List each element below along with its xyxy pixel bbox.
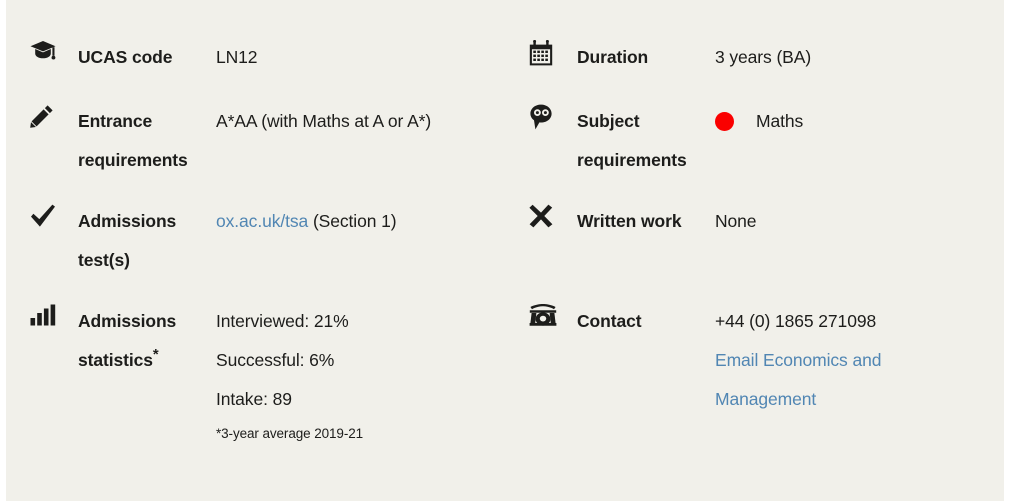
row-value: LN12 [216, 47, 258, 67]
email-link-line1[interactable]: Email Economics and [715, 341, 881, 380]
row-label: UCAS code [78, 47, 173, 67]
stat-successful: Successful: 6% [216, 350, 335, 370]
tsa-section-suffix: (Section 1) [308, 211, 397, 231]
row-label-line2: requirements [577, 150, 687, 170]
footnote-marker: * [152, 347, 159, 364]
row-value: +44 (0) 1865 271098 Email Economics and … [715, 302, 881, 419]
row-ucas-code: UCAS code LN12 [6, 38, 505, 77]
checkmark-icon [6, 202, 78, 228]
left-column: UCAS code LN12 Entrance requirements A*A… [6, 0, 505, 501]
row-label: Subject requirements [577, 102, 715, 180]
telephone-icon [505, 302, 577, 326]
row-admissions-statistics: Admissions statistics* Interviewed: 21% … [6, 302, 505, 449]
row-label-line1: Admissions [78, 211, 177, 231]
contact-phone: +44 (0) 1865 271098 [715, 311, 877, 331]
pencil-icon [6, 102, 78, 128]
email-link-line2[interactable]: Management [715, 380, 881, 419]
row-label: Duration [577, 47, 649, 67]
course-info-panel: UCAS code LN12 Entrance requirements A*A… [6, 0, 1004, 501]
calendar-icon [505, 38, 577, 66]
red-bullet-icon [715, 111, 734, 131]
row-label: Contact [577, 311, 642, 331]
row-label-line1: Subject [577, 111, 640, 131]
course-info-grid: UCAS code LN12 Entrance requirements A*A… [6, 0, 1004, 501]
tsa-link[interactable]: ox.ac.uk/tsa [216, 211, 308, 231]
row-subject-requirements: Subject requirements Maths [505, 102, 1004, 180]
row-entrance-requirements: Entrance requirements A*AA (with Maths a… [6, 102, 505, 180]
row-label: Admissions statistics* [78, 302, 216, 380]
row-value: ox.ac.uk/tsa (Section 1) [216, 202, 397, 241]
row-value: 3 years (BA) [715, 47, 812, 67]
head-brain-icon [505, 102, 577, 130]
row-admissions-tests: Admissions test(s) ox.ac.uk/tsa (Section… [6, 202, 505, 280]
row-label-line1: Entrance [78, 111, 153, 131]
right-column: Duration 3 years (BA) Subject requiremen… [505, 0, 1004, 501]
course-info-page: UCAS code LN12 Entrance requirements A*A… [0, 0, 1012, 501]
row-value: Maths [715, 102, 803, 141]
row-label: Admissions test(s) [78, 202, 216, 280]
stats-footnote: *3-year average 2019-21 [216, 426, 364, 441]
cross-x-icon [505, 202, 577, 228]
row-label: Entrance requirements [78, 102, 216, 180]
stat-intake: Intake: 89 [216, 389, 292, 409]
row-contact: Contact +44 (0) 1865 271098 Email Econom… [505, 302, 1004, 419]
row-written-work: Written work None [505, 202, 1004, 241]
row-label-line2: test(s) [78, 250, 130, 270]
graduation-cap-icon [6, 38, 78, 62]
row-value: None [715, 211, 757, 231]
row-label-line2: requirements [78, 150, 188, 170]
subject-name: Maths [756, 111, 804, 131]
row-value: A*AA (with Maths at A or A*) [216, 111, 432, 131]
row-label-line1: Admissions [78, 311, 177, 331]
row-value: Interviewed: 21% Successful: 6% Intake: … [216, 302, 363, 449]
row-duration: Duration 3 years (BA) [505, 38, 1004, 77]
row-label-line2: statistics* [78, 347, 159, 370]
stat-interviewed: Interviewed: 21% [216, 311, 349, 331]
bar-chart-icon [6, 302, 78, 326]
row-label: Written work [577, 211, 682, 231]
